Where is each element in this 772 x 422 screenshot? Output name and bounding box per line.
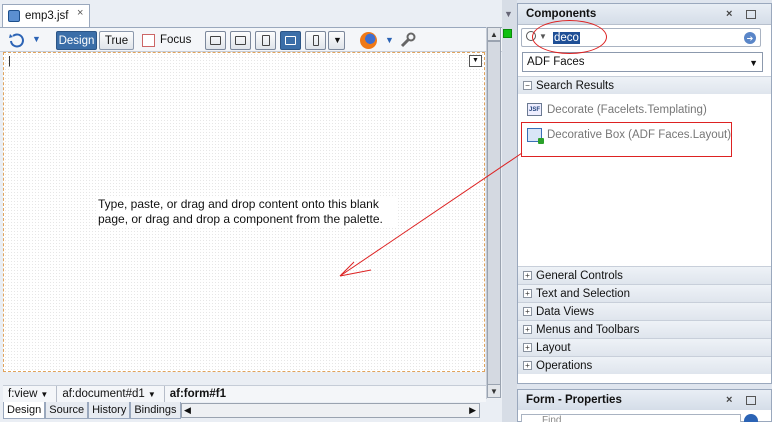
properties-panel: Form - Properties × Find: [517, 389, 772, 422]
annotation-arrow: [339, 152, 523, 277]
minimize-icon[interactable]: [746, 396, 756, 405]
properties-panel-header: Form - Properties ×: [518, 390, 771, 410]
properties-search-input[interactable]: Find: [521, 414, 741, 422]
help-icon[interactable]: [744, 414, 758, 422]
close-icon[interactable]: ×: [726, 394, 732, 406]
properties-title: Form - Properties: [526, 394, 622, 406]
